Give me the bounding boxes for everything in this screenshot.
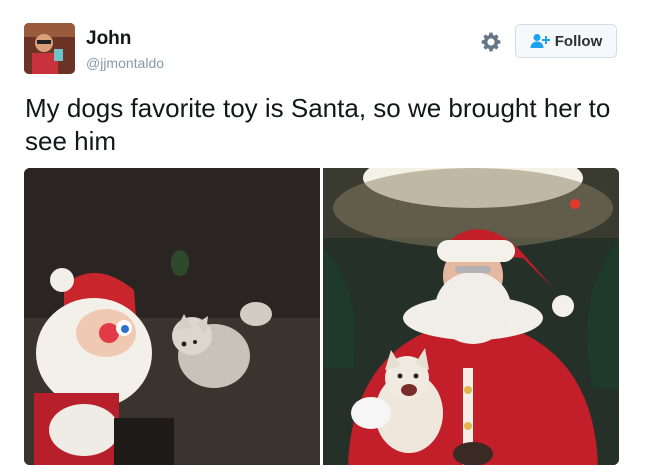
add-user-icon — [530, 34, 550, 48]
avatar[interactable] — [24, 23, 75, 74]
user-handle[interactable]: @jjmontaldo — [86, 55, 164, 71]
follow-label: Follow — [554, 32, 603, 50]
follow-button[interactable]: Follow — [515, 24, 617, 58]
santa-with-dog-photo — [323, 168, 619, 465]
gear-icon[interactable] — [479, 30, 503, 54]
tweet-text: My dogs favorite toy is Santa, so we bro… — [25, 93, 611, 156]
display-name[interactable]: John — [86, 28, 131, 50]
tweet-photo-right[interactable] — [323, 168, 619, 465]
tweet-photo-left[interactable] — [24, 168, 320, 465]
avatar-image — [24, 23, 75, 74]
santa-plush-dog-photo — [24, 168, 320, 465]
